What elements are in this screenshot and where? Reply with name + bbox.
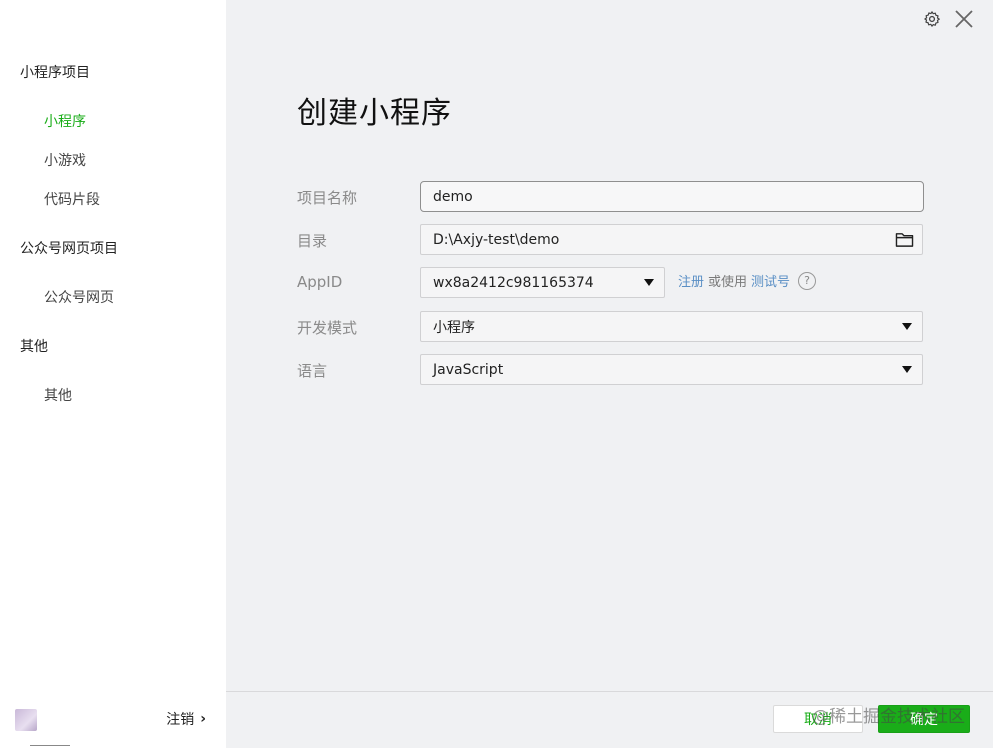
directory-label: 目录 [297,232,328,250]
page-title: 创建小程序 [297,96,452,131]
caret-down-icon [902,366,912,373]
sidebar-item-official-account-web[interactable]: 公众号网页 [44,287,114,307]
project-name-label: 项目名称 [297,189,358,207]
test-account-link[interactable]: 测试号 [751,271,790,290]
appid-links: 注册 或使用 测试号 ? [678,271,817,290]
appid-select[interactable]: wx8a2412c981165374 [420,267,665,298]
sidebar-footer: 注销 › [0,692,226,748]
project-name-value: demo [433,188,473,205]
caret-down-icon [644,279,654,286]
sidebar-item-code-snippet[interactable]: 代码片段 [44,189,100,209]
sidebar-group-official-account: 公众号网页项目 [20,241,118,257]
project-name-input[interactable]: demo [420,181,924,212]
logout-label: 注销 [166,712,195,728]
logout-button[interactable]: 注销 › [166,709,206,729]
cancel-button[interactable]: 取消 [773,705,863,733]
language-value: JavaScript [433,361,504,378]
appid-row: AppID wx8a2412c981165374 注册 或使用 测试号 ? [297,267,923,298]
directory-value: D:\Axjy-test\demo [433,231,560,248]
sidebar-item-minigame[interactable]: 小游戏 [44,150,86,170]
window-controls [923,8,975,30]
dev-mode-label: 开发模式 [297,319,358,337]
directory-input[interactable]: D:\Axjy-test\demo [420,224,923,255]
language-row: 语言 JavaScript [297,354,923,385]
language-label: 语言 [297,362,328,380]
folder-icon[interactable] [895,231,914,248]
sidebar-group-miniprogram: 小程序项目 [20,65,90,81]
directory-row: 目录 D:\Axjy-test\demo [297,224,923,255]
appid-value: wx8a2412c981165374 [433,274,594,291]
register-link[interactable]: 注册 [678,271,704,290]
chevron-right-icon: › [200,711,206,727]
dev-mode-row: 开发模式 小程序 [297,311,923,342]
confirm-button[interactable]: 确定 [878,705,970,733]
language-select[interactable]: JavaScript [420,354,923,385]
close-icon[interactable] [953,8,975,30]
dev-mode-value: 小程序 [433,319,475,336]
sidebar-item-miniprogram[interactable]: 小程序 [44,111,86,131]
footer-bar: 取消 确定 @稀土掘金技术社区 [226,691,993,748]
sidebar: 小程序项目 小程序 小游戏 代码片段 公众号网页项目 公众号网页 其他 其他 注… [0,0,226,748]
gear-icon[interactable] [923,10,941,28]
caret-down-icon [902,323,912,330]
sidebar-group-other: 其他 [20,339,48,355]
avatar[interactable] [15,709,37,731]
dev-mode-select[interactable]: 小程序 [420,311,923,342]
sidebar-item-other[interactable]: 其他 [44,385,72,405]
project-name-row: 项目名称 demo [297,181,924,212]
appid-label: AppID [297,273,343,291]
help-icon[interactable]: ? [798,271,817,290]
or-use-text: 或使用 [708,275,748,290]
